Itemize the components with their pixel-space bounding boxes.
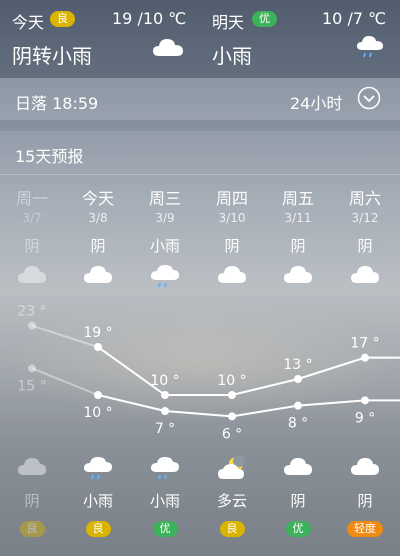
temperature-chart: 23 ° 19 ° 10 ° 10 ° 13 ° 17 ° 15 ° 10 ° 7 ° 6 ° 8 … (17, 304, 400, 442)
low-temp-label: 9 ° (355, 410, 375, 426)
low-temp-point (28, 364, 36, 373)
low-temp-label: 7 ° (155, 421, 175, 437)
high-temp-point (294, 375, 302, 383)
high-temp-label: 23 ° (17, 304, 46, 320)
high-temp-label: 10 ° (217, 373, 246, 389)
high-temp-point (361, 353, 369, 362)
high-temp-line (97, 346, 400, 396)
low-temp-point (161, 407, 169, 415)
low-temp-point (361, 396, 369, 405)
high-temp-point (28, 321, 36, 330)
high-temp-label: 10 ° (150, 373, 179, 389)
low-temp-label: 15 ° (17, 378, 46, 394)
low-temp-point (94, 391, 102, 399)
low-temp-label: 8 ° (288, 416, 308, 432)
high-temp-label: 13 ° (283, 357, 312, 373)
high-temp-label: 19 ° (83, 325, 112, 341)
low-temp-label: 10 ° (83, 405, 112, 421)
low-temp-label: 6 ° (222, 426, 242, 442)
low-temp-point (228, 412, 236, 421)
high-temp-point (228, 391, 236, 399)
high-temp-point (161, 391, 169, 399)
low-temp-point (294, 401, 302, 410)
high-temp-point (94, 343, 102, 351)
high-temp-label: 17 ° (350, 336, 379, 352)
